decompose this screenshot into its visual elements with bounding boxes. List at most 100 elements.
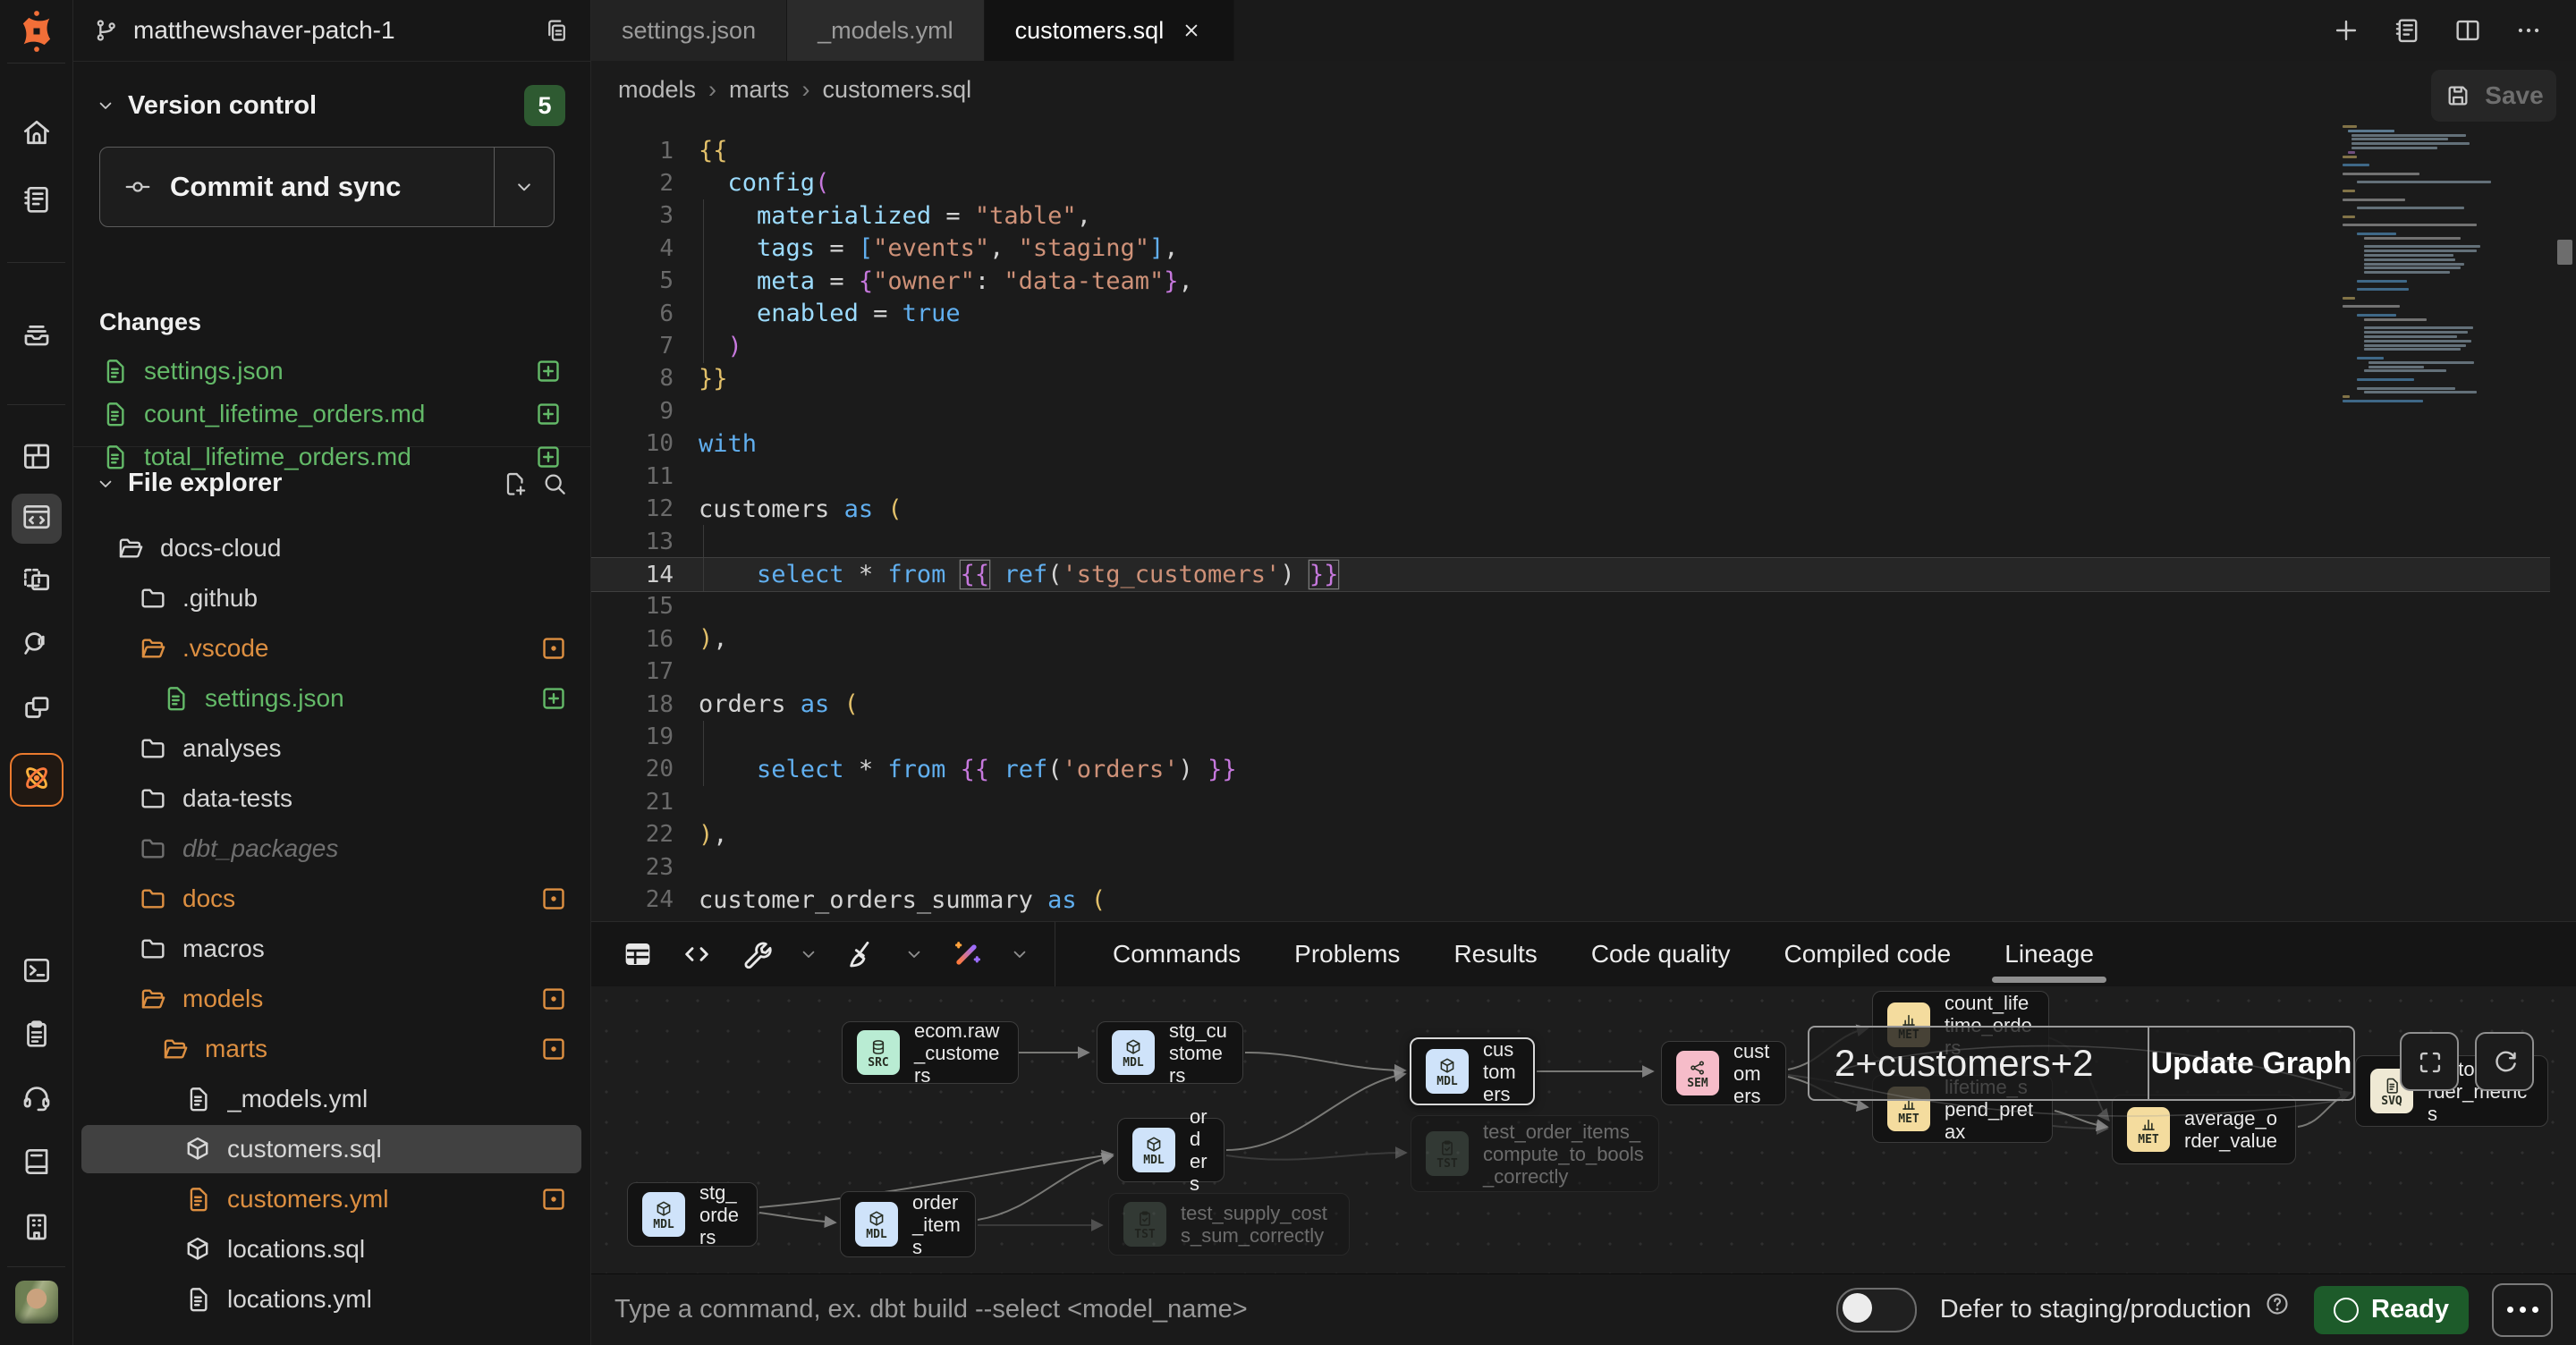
code-line-14[interactable]: 14 select * from {{ ref('stg_customers')… bbox=[591, 557, 2550, 592]
tree-item-customers.yml[interactable]: customers.yml bbox=[81, 1175, 581, 1223]
plus-box-icon[interactable] bbox=[533, 399, 564, 429]
commit-options-button[interactable] bbox=[494, 148, 554, 226]
panel-tab-code-quality[interactable]: Code quality bbox=[1591, 922, 1731, 986]
lineage-node-average_order_value[interactable]: METaverage_order_value bbox=[2112, 1095, 2296, 1164]
code-line-21[interactable]: 21 bbox=[591, 785, 2550, 818]
help-icon[interactable] bbox=[2264, 1290, 2291, 1317]
plus-box-icon[interactable] bbox=[533, 356, 564, 386]
build-tools-button[interactable] bbox=[738, 936, 774, 972]
lineage-node-customers_mdl[interactable]: MDLcustomers bbox=[1410, 1037, 1535, 1105]
tree-item-locations.sql[interactable]: locations.sql bbox=[81, 1225, 581, 1273]
activity-item-layout[interactable] bbox=[12, 433, 62, 483]
lineage-node-stg_customers[interactable]: MDLstg_customers bbox=[1097, 1021, 1243, 1084]
code-line-20[interactable]: 20 select * from {{ ref('orders') }} bbox=[591, 753, 2550, 786]
dot-box-icon[interactable] bbox=[538, 884, 569, 914]
panel-tab-problems[interactable]: Problems bbox=[1294, 922, 1400, 986]
code-line-6[interactable]: 6 enabled = true bbox=[591, 297, 2550, 330]
lineage-node-stg_orders[interactable]: MDLstg_orders bbox=[627, 1182, 758, 1247]
save-button[interactable]: Save bbox=[2431, 70, 2556, 122]
chevron-down-icon[interactable] bbox=[94, 472, 117, 495]
tree-item-docs-cloud[interactable]: docs-cloud bbox=[81, 524, 581, 572]
status-ready-badge[interactable]: Ready bbox=[2314, 1286, 2469, 1334]
activity-item-notebook[interactable] bbox=[12, 176, 62, 226]
code-line-23[interactable]: 23 bbox=[591, 850, 2550, 884]
breadcrumb-item-models[interactable]: models bbox=[618, 76, 696, 104]
activity-item-code-editor[interactable] bbox=[12, 494, 62, 544]
code-line-3[interactable]: 3 materialized = "table", bbox=[591, 199, 2550, 233]
activity-item-windows[interactable] bbox=[12, 685, 62, 735]
editor-tab-settings.json[interactable]: settings.json bbox=[591, 0, 787, 61]
code-view-button[interactable] bbox=[679, 936, 715, 972]
activity-item-inbox[interactable] bbox=[12, 310, 62, 360]
code-line-2[interactable]: 2 config( bbox=[591, 166, 2550, 199]
minimap[interactable] bbox=[2343, 125, 2495, 404]
dot-box-icon[interactable] bbox=[538, 984, 569, 1014]
close-icon[interactable] bbox=[1180, 19, 1203, 42]
code-line-12[interactable]: 12customers as ( bbox=[591, 493, 2550, 526]
branch-name[interactable]: matthewshaver-patch-1 bbox=[133, 16, 530, 45]
code-editor[interactable]: 1{{2 config(3 materialized = "table",4 t… bbox=[591, 118, 2576, 921]
code-line-24[interactable]: 24customer_orders_summary as ( bbox=[591, 884, 2550, 917]
code-line-16[interactable]: 16), bbox=[591, 622, 2550, 656]
lineage-node-test_supply[interactable]: TSTtest_supply_costs_sum_correctly bbox=[1108, 1193, 1350, 1256]
dbt-logo-icon[interactable] bbox=[16, 11, 57, 52]
activity-item-support[interactable] bbox=[12, 1074, 62, 1124]
fullscreen-button[interactable] bbox=[2400, 1032, 2459, 1091]
results-table-button[interactable] bbox=[620, 936, 656, 972]
activity-item-organization[interactable] bbox=[12, 1204, 62, 1254]
dot-box-icon[interactable] bbox=[538, 1034, 569, 1064]
breadcrumb-item-customers.sql[interactable]: customers.sql bbox=[823, 76, 972, 104]
code-line-9[interactable]: 9 bbox=[591, 394, 2550, 427]
code-line-1[interactable]: 1{{ bbox=[591, 134, 2550, 167]
dot-box-icon[interactable] bbox=[538, 1184, 569, 1214]
lineage-node-customers_sem[interactable]: SEMcustomers bbox=[1661, 1041, 1786, 1105]
split-editor-icon[interactable] bbox=[2453, 15, 2483, 46]
code-line-18[interactable]: 18orders as ( bbox=[591, 688, 2550, 721]
tree-item-models[interactable]: models bbox=[81, 975, 581, 1023]
tree-item-customers.sql[interactable]: customers.sql bbox=[81, 1125, 581, 1173]
dot-box-icon[interactable] bbox=[538, 633, 569, 664]
panel-tab-results[interactable]: Results bbox=[1453, 922, 1537, 986]
code-line-19[interactable]: 19 bbox=[591, 721, 2550, 754]
code-line-13[interactable]: 13 bbox=[591, 525, 2550, 558]
new-tab-icon[interactable] bbox=[2331, 15, 2361, 46]
chevron-down-icon[interactable] bbox=[1008, 943, 1031, 966]
panel-tab-lineage[interactable]: Lineage bbox=[2004, 922, 2094, 986]
code-line-22[interactable]: 22), bbox=[591, 818, 2550, 851]
format-button[interactable] bbox=[843, 936, 879, 972]
editor-tab-customers.sql[interactable]: customers.sql bbox=[985, 0, 1235, 61]
tree-item-data-tests[interactable]: data-tests bbox=[81, 774, 581, 823]
changed-file-count_lifetime_orders.md[interactable]: count_lifetime_orders.md bbox=[99, 393, 564, 436]
activity-item-tasks[interactable] bbox=[12, 1011, 62, 1061]
code-line-4[interactable]: 4 tags = ["events", "staging"], bbox=[591, 232, 2550, 265]
tree-item-docs[interactable]: docs bbox=[81, 875, 581, 923]
tree-item-dbt_packages[interactable]: dbt_packages bbox=[81, 825, 581, 873]
panel-tab-commands[interactable]: Commands bbox=[1113, 922, 1241, 986]
plus-box-icon[interactable] bbox=[538, 683, 569, 714]
tree-item-locations.yml[interactable]: locations.yml bbox=[81, 1275, 581, 1324]
lineage-search-input[interactable]: 2+customers+2 bbox=[1809, 1028, 2148, 1099]
refresh-graph-button[interactable] bbox=[2475, 1032, 2534, 1091]
chevron-down-icon[interactable] bbox=[902, 943, 926, 966]
command-input[interactable]: Type a command, ex. dbt build --select <… bbox=[614, 1295, 1813, 1324]
tree-item-settings.json[interactable]: settings.json bbox=[81, 674, 581, 723]
tree-item-analyses[interactable]: analyses bbox=[81, 724, 581, 773]
panel-tab-compiled-code[interactable]: Compiled code bbox=[1784, 922, 1951, 986]
code-line-10[interactable]: 10with bbox=[591, 427, 2550, 461]
tree-item-marts[interactable]: marts bbox=[81, 1025, 581, 1073]
code-line-11[interactable]: 11 bbox=[591, 460, 2550, 493]
search-icon[interactable] bbox=[540, 469, 569, 498]
code-line-5[interactable]: 5 meta = {"owner": "data-team"}, bbox=[591, 265, 2550, 298]
outline-icon[interactable] bbox=[2392, 15, 2422, 46]
commit-and-sync-button[interactable]: Commit and sync bbox=[99, 147, 555, 227]
editor-scrollbar[interactable] bbox=[2557, 240, 2572, 265]
lineage-node-orders[interactable]: MDLorders bbox=[1117, 1118, 1224, 1182]
tree-item-.vscode[interactable]: .vscode bbox=[81, 624, 581, 672]
activity-item-selection[interactable] bbox=[12, 556, 62, 606]
activity-item-query-insights[interactable] bbox=[12, 621, 62, 671]
defer-toggle[interactable] bbox=[1836, 1288, 1917, 1332]
activity-item-home[interactable] bbox=[12, 109, 62, 159]
copy-branch-icon[interactable] bbox=[542, 16, 571, 45]
activity-item-dbt-assist[interactable] bbox=[10, 753, 64, 807]
activity-item-docs[interactable] bbox=[12, 1138, 62, 1189]
